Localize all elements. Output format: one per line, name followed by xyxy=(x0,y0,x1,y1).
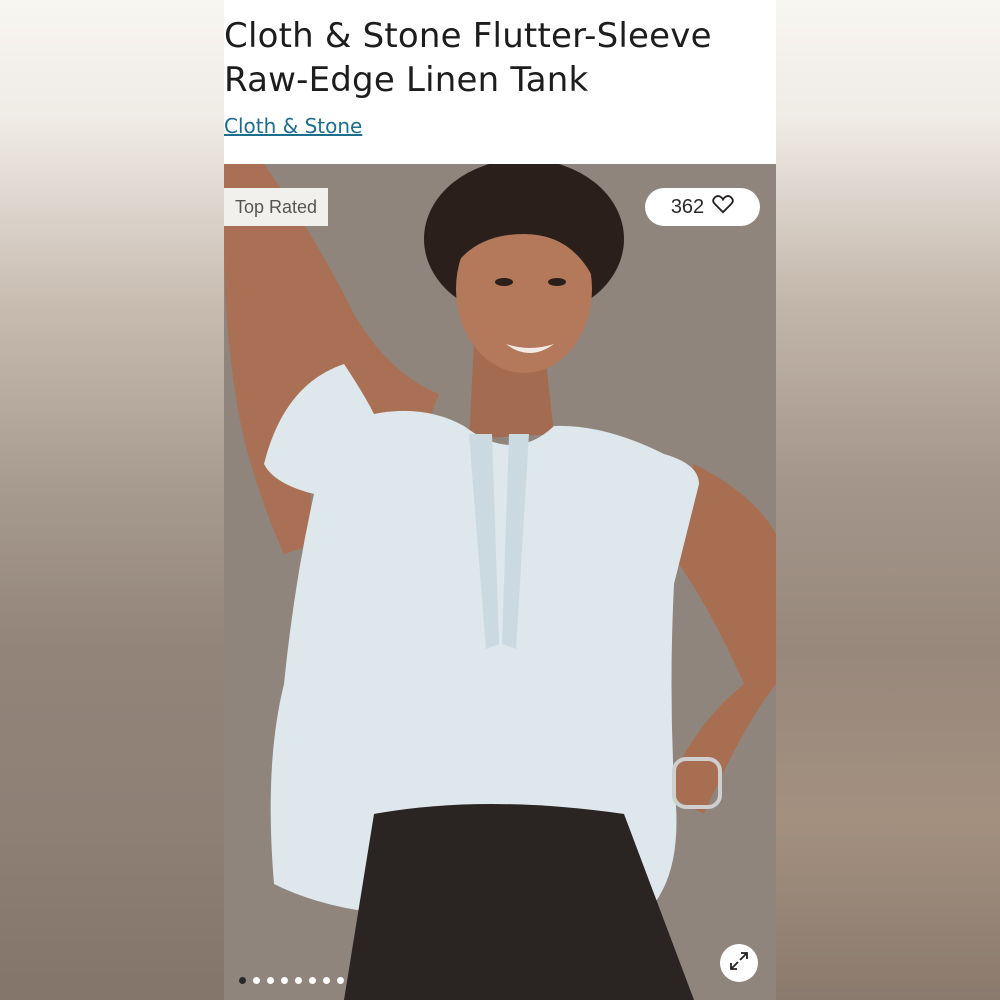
pagination-dot[interactable] xyxy=(337,977,344,984)
pagination-dot[interactable] xyxy=(323,977,330,984)
pagination-dot[interactable] xyxy=(267,977,274,984)
pagination-dot[interactable] xyxy=(295,977,302,984)
pagination-dot[interactable] xyxy=(281,977,288,984)
model-photo xyxy=(224,164,776,1000)
product-header: Cloth & Stone Flutter-Sleeve Raw-Edge Li… xyxy=(224,0,776,164)
image-pagination xyxy=(239,977,344,984)
pagination-dot[interactable] xyxy=(239,977,246,984)
blurred-background-right xyxy=(776,0,1000,1000)
wishlist-like-button[interactable]: 362 xyxy=(645,188,760,226)
heart-icon xyxy=(712,194,734,220)
pagination-dot[interactable] xyxy=(309,977,316,984)
expand-image-button[interactable] xyxy=(720,944,758,982)
likes-count: 362 xyxy=(670,195,705,218)
pagination-dot[interactable] xyxy=(253,977,260,984)
top-rated-badge: Top Rated xyxy=(224,188,328,226)
product-title-line1: Cloth & Stone Flutter-Sleeve xyxy=(224,16,712,56)
product-image-gallery[interactable]: Top Rated 362 xyxy=(224,164,776,1000)
blurred-background-left xyxy=(0,0,224,1000)
product-title: Cloth & Stone Flutter-Sleeve Raw-Edge Li… xyxy=(224,14,764,102)
product-page: Cloth & Stone Flutter-Sleeve Raw-Edge Li… xyxy=(224,0,776,1000)
expand-icon xyxy=(729,951,749,976)
brand-link[interactable]: Cloth & Stone xyxy=(224,114,362,138)
product-title-line2: Raw-Edge Linen Tank xyxy=(224,60,589,100)
